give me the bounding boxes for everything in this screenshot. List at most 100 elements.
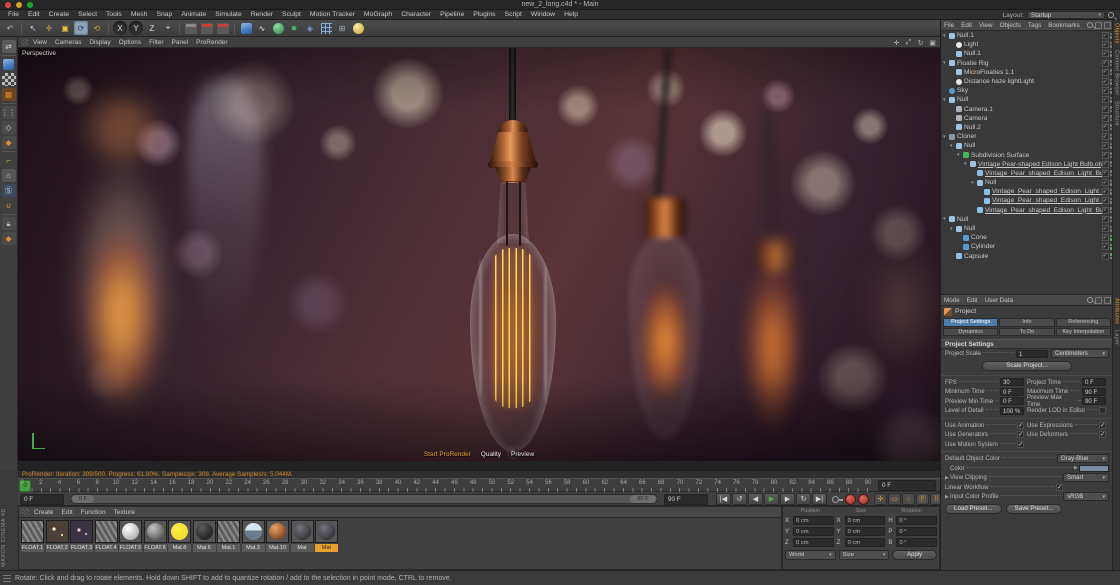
frame-input[interactable]: 0 F <box>20 494 64 505</box>
size-y-input[interactable]: 0 cm <box>845 527 886 536</box>
menu-tools[interactable]: Tools <box>106 11 122 18</box>
viewport-menu-prorender[interactable]: ProRender <box>196 39 227 46</box>
goto-end-button[interactable]: ▶| <box>812 493 827 505</box>
record-position-toggle[interactable]: ✛ <box>874 493 887 505</box>
attribute-menu-user-data[interactable]: User Data <box>985 297 1013 304</box>
menu-simulate[interactable]: Simulate <box>215 11 241 18</box>
record-parameter-toggle[interactable]: Ⓟ <box>916 493 929 505</box>
enable-checkbox[interactable]: ✓ <box>1102 87 1109 94</box>
rotation-h-input[interactable]: 0 ° <box>896 516 937 525</box>
viewport-zoom-icon[interactable]: ⤢ <box>904 38 913 47</box>
tab-dynamics[interactable]: Dynamics <box>943 328 998 337</box>
use-deformers-checkbox[interactable]: ✓ <box>1099 431 1106 438</box>
keyframe-rail-icon[interactable]: ◆ <box>2 232 16 245</box>
tree-item-null-1[interactable]: ▾Null.1✓ <box>941 31 1113 40</box>
enable-checkbox[interactable]: ✓ <box>1102 78 1109 85</box>
tree-item-null[interactable]: ▾Null✓ <box>941 141 1113 150</box>
viewport-menu-view[interactable]: View <box>33 39 47 46</box>
live-selection-icon[interactable]: ↖ <box>26 21 40 35</box>
tree-item-vintage-pear-shaped-edison-light-bulb-screw-cap[interactable]: Vintage_Pear_shaped_Edison_Light_Bulb_sc… <box>941 169 1113 178</box>
position-y-input[interactable]: 0 cm <box>793 527 834 536</box>
next-key-button[interactable]: ↻ <box>796 493 811 505</box>
object-manager-menu-edit[interactable]: Edit <box>961 22 972 29</box>
scale-tool-icon[interactable]: ▣ <box>58 21 72 35</box>
tab-project-settings[interactable]: Project Settings <box>943 318 998 327</box>
render-settings-button[interactable] <box>216 21 230 35</box>
enable-checkbox[interactable]: ✓ <box>1102 152 1109 159</box>
viewport-solo-icon[interactable]: ⌂ <box>2 169 16 182</box>
use-motion-system-checkbox[interactable]: ✓ <box>1017 441 1024 448</box>
add-camera-button[interactable]: ⊞ <box>335 21 349 35</box>
color-swatch[interactable] <box>1079 465 1109 472</box>
menu-mesh[interactable]: Mesh <box>131 11 148 18</box>
menu-select[interactable]: Select <box>78 11 97 18</box>
render-lod-in-editor-checkbox[interactable] <box>1099 407 1106 414</box>
enable-checkbox[interactable]: ✓ <box>1102 142 1109 149</box>
menu-help[interactable]: Help <box>564 11 578 18</box>
menu-character[interactable]: Character <box>401 11 431 18</box>
material-mat[interactable]: Mat <box>315 520 338 552</box>
render-picture-viewer-button[interactable] <box>200 21 214 35</box>
object-manager-menu-tags[interactable]: Tags <box>1028 22 1041 29</box>
enable-checkbox[interactable]: ✓ <box>1102 216 1109 223</box>
enable-checkbox[interactable]: ✓ <box>1102 188 1109 195</box>
enable-checkbox[interactable]: ✓ <box>1102 207 1109 214</box>
add-light-button[interactable] <box>351 21 365 35</box>
tree-item-vintage-pear-shaped-edison-light-bulb-wires[interactable]: Vintage_Pear_shaped_Edison_Light_Bulb_wi… <box>941 187 1113 196</box>
add-mograph-button[interactable]: ✸ <box>287 21 301 35</box>
menu-create[interactable]: Create <box>49 11 69 18</box>
position-z-input[interactable]: 0 cm <box>793 538 834 547</box>
project-scale-unit-dropdown[interactable]: Centimeters▾ <box>1051 349 1109 358</box>
move-tool-icon[interactable]: ✛ <box>42 21 56 35</box>
material-float-3[interactable]: FLOAT.3 <box>70 520 93 552</box>
tree-item-sky[interactable]: Sky✓ <box>941 86 1113 95</box>
viewport-toggle-icon[interactable]: ▣ <box>928 38 937 47</box>
tree-item-subdivision-surface[interactable]: ▾Subdivision Surface✓ <box>941 150 1113 159</box>
object-manager-menu-bookmarks[interactable]: Bookmarks <box>1048 22 1080 29</box>
range-start-grip[interactable]: 0 F <box>72 495 94 503</box>
timeline-ruler[interactable]: 0 0 F 0246810121416182022242628303234363… <box>18 478 940 492</box>
workplane-icon[interactable]: ▦ <box>2 88 16 101</box>
menu-script[interactable]: Script <box>505 11 522 18</box>
menu-plugins[interactable]: Plugins <box>473 11 495 18</box>
x-axis-lock-button[interactable]: X <box>113 21 127 35</box>
material-thumbnail[interactable] <box>242 520 265 543</box>
rotation-b-input[interactable]: 0 ° <box>896 538 937 547</box>
tree-item-null-2[interactable]: Null.2✓ <box>941 123 1113 132</box>
side-tab-structure[interactable]: Structure <box>1114 101 1120 126</box>
material-thumbnail[interactable] <box>21 520 44 543</box>
enable-checkbox[interactable]: ✓ <box>1102 225 1109 232</box>
material-thumbnail[interactable] <box>266 520 289 543</box>
add-primitive-button[interactable] <box>239 21 253 35</box>
material-mat-6[interactable]: Mat.6 <box>193 520 216 552</box>
material-thumbnail[interactable] <box>46 520 69 543</box>
side-tab-attributes[interactable]: Attributes <box>1114 298 1120 324</box>
edges-mode-icon[interactable]: ◇ <box>2 121 16 134</box>
object-manager-menu-view[interactable]: View <box>979 22 993 29</box>
menu-snap[interactable]: Snap <box>156 11 172 18</box>
tree-item-light[interactable]: Light✓ <box>941 40 1113 49</box>
material-menu-function[interactable]: Function <box>81 509 106 516</box>
menu-mograph[interactable]: MoGraph <box>364 11 392 18</box>
material-thumbnail[interactable] <box>291 520 314 543</box>
lock-icon[interactable]: 🔒︎ <box>2 217 16 230</box>
material-float-6[interactable]: FLOAT.6 <box>144 520 167 552</box>
goto-start-button[interactable]: |◀ <box>716 493 731 505</box>
autokeying-button[interactable] <box>858 494 869 505</box>
menu-render[interactable]: Render <box>251 11 273 18</box>
enable-checkbox[interactable]: ✓ <box>1102 96 1109 103</box>
material-thumbnail[interactable] <box>193 520 216 543</box>
render-view-button[interactable] <box>184 21 198 35</box>
enable-checkbox[interactable]: ✓ <box>1102 161 1109 168</box>
use-generators-checkbox[interactable]: ✓ <box>1017 431 1024 438</box>
level-of-detail-input[interactable]: 100 % <box>1000 407 1024 415</box>
position-x-input[interactable]: 0 cm <box>793 516 834 525</box>
record-keyframe-button[interactable] <box>845 494 856 505</box>
tab-info[interactable]: Info <box>999 318 1054 327</box>
tree-item-null-1[interactable]: Null.1✓ <box>941 49 1113 58</box>
undo-icon[interactable]: ↶ <box>3 21 17 35</box>
viewport-rotate-icon[interactable]: ↻ <box>916 38 925 47</box>
tree-item-null[interactable]: ▾Null✓ <box>941 215 1113 224</box>
enable-checkbox[interactable]: ✓ <box>1102 253 1109 260</box>
viewport-menu-panel[interactable]: Panel <box>172 39 189 46</box>
